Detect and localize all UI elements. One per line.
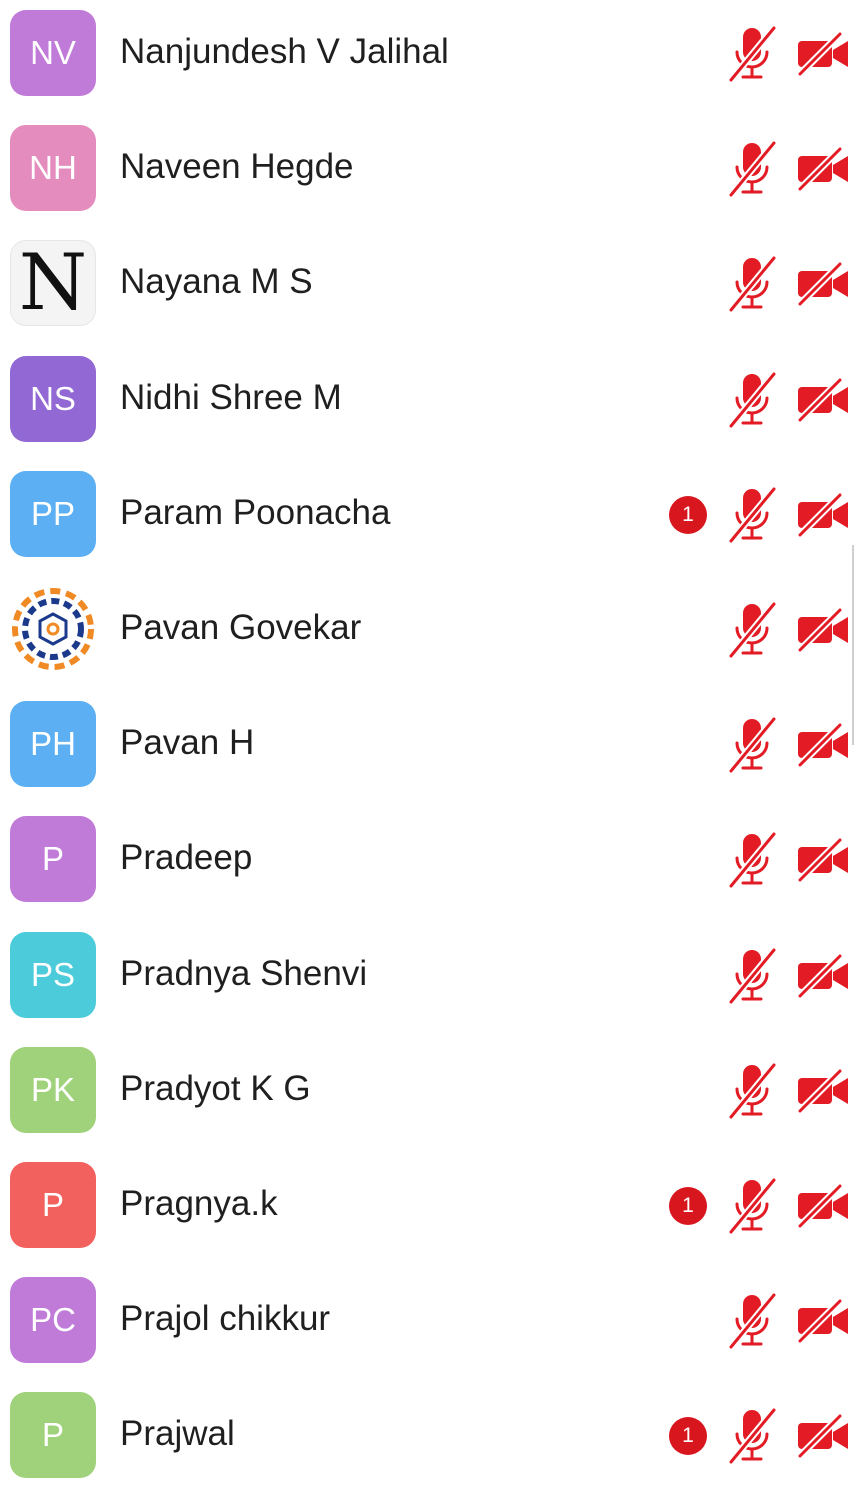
participant-row[interactable]: N Nayana M S <box>0 234 854 349</box>
mic-muted-icon[interactable] <box>724 946 780 1006</box>
participant-row[interactable]: Pavan Govekar <box>0 580 854 695</box>
avatar: PP <box>10 470 96 557</box>
participant-name: Nidhi Shree M <box>120 377 342 417</box>
participant-name: Pradeep <box>120 838 253 878</box>
participant-name: Prajwal <box>120 1414 235 1454</box>
camera-off-icon[interactable] <box>796 606 850 654</box>
avatar: PC <box>10 1277 96 1364</box>
avatar: P <box>10 1162 96 1248</box>
mic-muted-icon[interactable] <box>724 1061 780 1121</box>
camera-off-icon[interactable] <box>796 1067 850 1115</box>
camera-off-icon[interactable] <box>796 260 850 308</box>
participant-row[interactable]: PH Pavan H <box>0 695 854 810</box>
participant-name: Naveen Hegde <box>120 147 354 187</box>
mic-muted-icon[interactable] <box>724 830 780 890</box>
mic-muted-icon[interactable] <box>724 600 780 660</box>
mic-muted-icon[interactable] <box>724 1291 780 1351</box>
unread-badge[interactable]: 1 <box>669 1187 707 1225</box>
mic-muted-icon[interactable] <box>724 715 780 775</box>
avatar: PS <box>10 931 96 1018</box>
mic-muted-icon[interactable] <box>724 485 780 545</box>
participant-row[interactable]: P Pradeep <box>0 810 854 925</box>
participants-list: NV Nanjundesh V Jalihal NH Naveen Hegde NN… <box>0 0 854 1479</box>
mic-muted-icon[interactable] <box>724 254 780 314</box>
participant-name: Pradyot K G <box>120 1068 311 1108</box>
avatar: PH <box>10 701 96 788</box>
unread-badge[interactable]: 1 <box>669 495 707 534</box>
participant-name: Pavan H <box>120 723 255 763</box>
camera-off-icon[interactable] <box>796 1297 850 1345</box>
participant-row[interactable]: P Pragnya.k 1 <box>0 1156 854 1271</box>
avatar: NS <box>10 355 96 442</box>
participant-name: Nanjundesh V Jalihal <box>120 32 449 71</box>
participant-name: Param Poonacha <box>120 492 391 532</box>
unread-badge[interactable]: 1 <box>669 1417 707 1456</box>
participant-row[interactable]: NS Nidhi Shree M <box>0 350 854 465</box>
camera-off-icon[interactable] <box>796 721 850 769</box>
participant-row[interactable]: PC Prajol chikkur <box>0 1271 854 1386</box>
avatar: P <box>10 1392 96 1479</box>
camera-off-icon[interactable] <box>796 376 850 424</box>
mic-muted-icon[interactable] <box>724 139 780 199</box>
participant-name: Pavan Govekar <box>120 608 362 647</box>
camera-off-icon[interactable] <box>796 952 850 1000</box>
mic-muted-icon[interactable] <box>724 1406 780 1466</box>
participant-row[interactable]: P Prajwal 1 <box>0 1386 854 1501</box>
participant-row[interactable]: PP Param Poonacha 1 <box>0 465 854 580</box>
participant-name: Prajol chikkur <box>120 1299 331 1339</box>
camera-off-icon[interactable] <box>796 836 850 884</box>
camera-off-icon[interactable] <box>796 30 850 78</box>
avatar: P <box>10 816 96 903</box>
camera-off-icon[interactable] <box>796 491 850 539</box>
mic-muted-icon[interactable] <box>724 370 780 430</box>
participant-name: Nayana M S <box>120 262 313 302</box>
participant-row[interactable]: PK Pradyot K G <box>0 1041 854 1156</box>
avatar: PK <box>10 1046 96 1133</box>
mic-muted-icon[interactable] <box>724 1176 780 1236</box>
avatar: N <box>10 240 96 327</box>
participant-row[interactable]: NH Naveen Hegde <box>0 119 854 234</box>
avatar: NV <box>10 10 96 96</box>
avatar: NH <box>10 125 96 212</box>
participant-name: Pradnya Shenvi <box>120 953 368 993</box>
avatar <box>10 586 96 672</box>
participant-name: Pragnya.k <box>120 1184 278 1223</box>
mic-muted-icon[interactable] <box>724 24 780 84</box>
participant-row[interactable]: PS Pradnya Shenvi <box>0 926 854 1041</box>
camera-off-icon[interactable] <box>796 1412 850 1460</box>
camera-off-icon[interactable] <box>796 1182 850 1230</box>
camera-off-icon[interactable] <box>796 145 850 193</box>
participant-row[interactable]: NV Nanjundesh V Jalihal <box>0 4 854 119</box>
